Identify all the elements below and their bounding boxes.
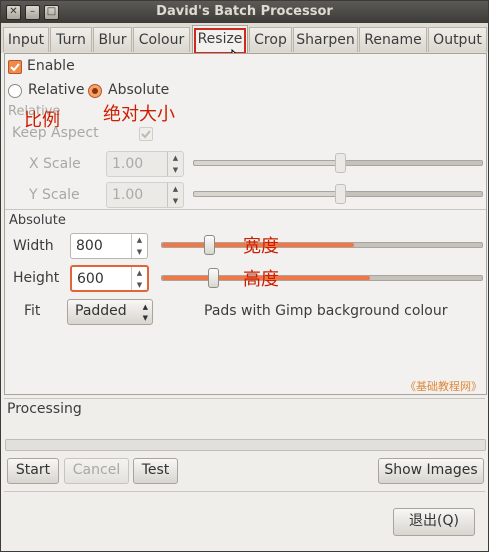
height-spinner[interactable]: 600 ▲ ▼ bbox=[70, 265, 149, 292]
fit-select[interactable]: Padded ▲ ▼ bbox=[67, 299, 153, 325]
keep-aspect-checkbox[interactable] bbox=[139, 127, 153, 141]
watermark: 《基础教程网》 bbox=[405, 380, 482, 393]
x-scale-slider-thumb[interactable] bbox=[334, 153, 346, 173]
tab-colour[interactable]: Colour bbox=[133, 27, 190, 52]
fit-description: Pads with Gimp background colour bbox=[204, 303, 448, 319]
x-scale-value: 1.00 bbox=[112, 156, 144, 172]
cancel-button[interactable]: Cancel bbox=[64, 458, 129, 484]
y-scale-slider-thumb[interactable] bbox=[334, 184, 346, 204]
start-button[interactable]: Start bbox=[7, 458, 59, 484]
y-scale-label: Y Scale bbox=[29, 187, 80, 203]
height-value[interactable]: 600 bbox=[77, 271, 104, 287]
checkmark-icon bbox=[10, 63, 20, 72]
height-label: Height bbox=[13, 270, 60, 286]
processing-progress-bar bbox=[5, 439, 486, 451]
quit-button[interactable]: 退出(Q) bbox=[393, 508, 475, 536]
show-images-button[interactable]: Show Images bbox=[378, 458, 484, 484]
tab-crop[interactable]: Crop bbox=[249, 27, 292, 52]
y-scale-value: 1.00 bbox=[112, 187, 144, 203]
tab-blur[interactable]: Blur bbox=[93, 27, 132, 52]
fit-label: Fit bbox=[24, 303, 41, 319]
absolute-radio-label: Absolute bbox=[108, 82, 170, 98]
y-scale-spinner[interactable]: 1.00 ▲ ▼ bbox=[106, 182, 184, 208]
spinner-arrows-icon[interactable]: ▲ ▼ bbox=[167, 152, 183, 176]
absolute-radio[interactable] bbox=[88, 84, 102, 98]
annotation-height: 高度 bbox=[243, 269, 279, 290]
keep-aspect-label: Keep Aspect bbox=[12, 125, 99, 141]
height-slider-thumb[interactable] bbox=[208, 268, 219, 288]
enable-label: Enable bbox=[27, 58, 75, 74]
app-window: ✕ – □ David's Batch Processor Input Turn… bbox=[0, 0, 489, 552]
select-arrows-icon: ▲ ▼ bbox=[142, 303, 148, 322]
spinner-arrows-icon[interactable]: ▲ ▼ bbox=[167, 183, 183, 207]
tab-output[interactable]: Output bbox=[428, 27, 487, 52]
width-value[interactable]: 800 bbox=[76, 238, 103, 254]
relative-radio[interactable] bbox=[8, 84, 22, 98]
relative-radio-label: Relative bbox=[28, 82, 85, 98]
window-title: David's Batch Processor bbox=[156, 4, 333, 19]
width-label: Width bbox=[13, 238, 54, 254]
test-button[interactable]: Test bbox=[133, 458, 178, 484]
section-divider bbox=[4, 398, 485, 399]
annotation-absolute: 绝对大小 bbox=[103, 104, 175, 125]
fit-value: Padded bbox=[75, 303, 127, 319]
title-bar: ✕ – □ David's Batch Processor bbox=[1, 1, 488, 23]
tab-turn[interactable]: Turn bbox=[50, 27, 92, 52]
absolute-section-label: Absolute bbox=[9, 213, 66, 228]
width-spinner[interactable]: 800 ▲ ▼ bbox=[70, 233, 148, 259]
annotation-width: 宽度 bbox=[243, 236, 279, 257]
checkmark-icon bbox=[141, 130, 151, 139]
section-divider bbox=[4, 491, 485, 492]
spinner-arrows-icon[interactable]: ▲ ▼ bbox=[131, 234, 147, 258]
x-scale-label: X Scale bbox=[29, 156, 81, 172]
tab-rename[interactable]: Rename bbox=[359, 27, 427, 52]
enable-checkbox[interactable] bbox=[8, 60, 22, 74]
processing-label: Processing bbox=[7, 401, 82, 417]
tab-input[interactable]: Input bbox=[3, 27, 49, 52]
section-divider bbox=[5, 209, 486, 210]
resize-panel: Enable Relative Absolute Relative 比例 绝对大… bbox=[4, 53, 487, 395]
tab-sharpen[interactable]: Sharpen bbox=[293, 27, 358, 52]
x-scale-spinner[interactable]: 1.00 ▲ ▼ bbox=[106, 151, 184, 177]
width-slider-thumb[interactable] bbox=[204, 235, 215, 255]
spinner-arrows-icon[interactable]: ▲ ▼ bbox=[131, 267, 147, 290]
